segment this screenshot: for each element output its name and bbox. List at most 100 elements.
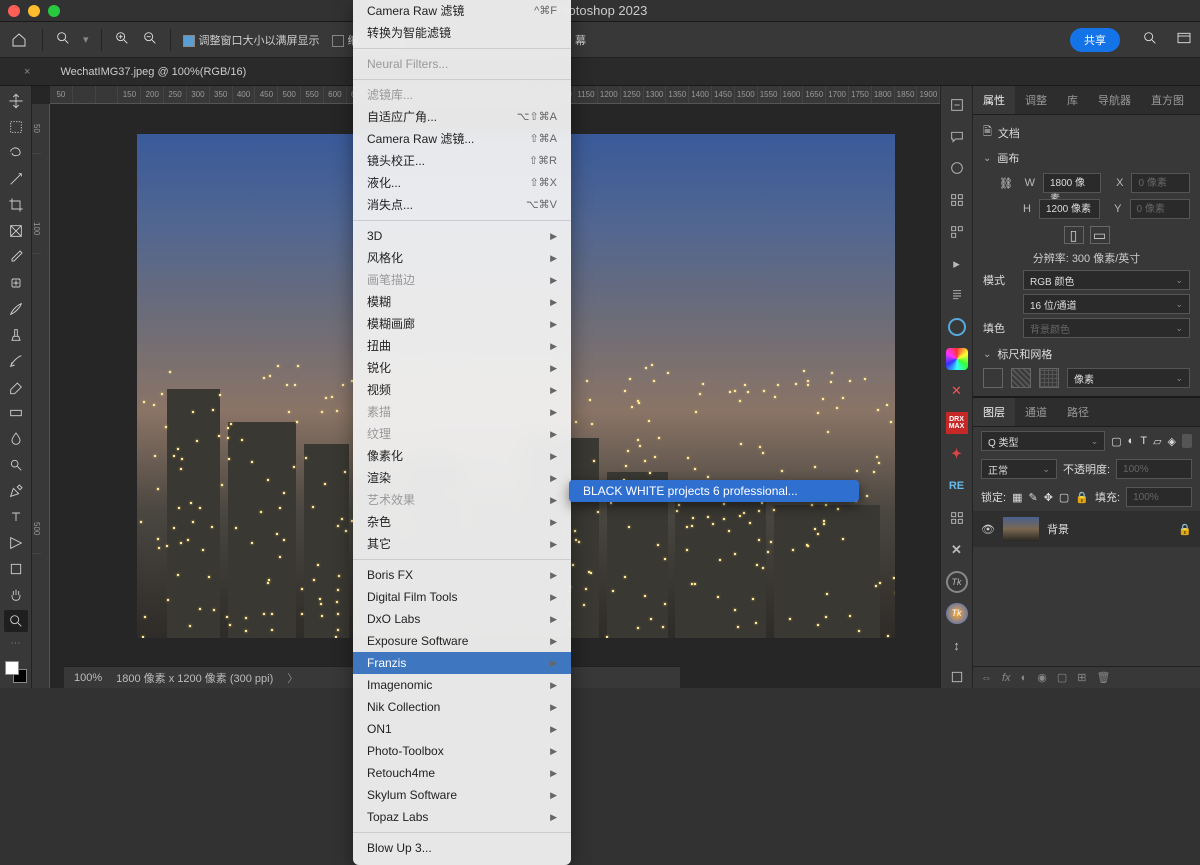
adjustment-icon[interactable]: ◉ bbox=[1037, 671, 1047, 684]
panel-tab[interactable]: 直方图 bbox=[1141, 86, 1194, 114]
gradient-tool[interactable] bbox=[4, 402, 28, 424]
fx-icon[interactable]: fx bbox=[1002, 672, 1011, 684]
x-panel-icon[interactable]: ✕ bbox=[946, 539, 968, 561]
document-tab[interactable]: WechatIMG37.jpeg @ 100%(RGB/16) bbox=[60, 66, 246, 78]
panel-tab[interactable]: 导航器 bbox=[1088, 86, 1141, 114]
menu-item[interactable]: 转换为智能滤镜 bbox=[353, 22, 571, 44]
menu-item[interactable]: Topaz Labs▶ bbox=[353, 806, 571, 828]
tab-close-icon[interactable]: × bbox=[24, 66, 30, 78]
ruler-section[interactable]: 标尺和网格 bbox=[983, 346, 1190, 362]
lock-trans-icon[interactable]: ▦ bbox=[1012, 491, 1022, 504]
lasso-tool[interactable] bbox=[4, 142, 28, 164]
actions-icon[interactable]: ▸ bbox=[946, 253, 968, 275]
menu-item[interactable]: Imagenomic▶ bbox=[353, 674, 571, 696]
blend-mode-select[interactable]: 正常 bbox=[981, 459, 1057, 479]
move-tool[interactable] bbox=[4, 90, 28, 112]
history-brush-tool[interactable] bbox=[4, 350, 28, 372]
color-swatch[interactable] bbox=[5, 661, 27, 683]
zoom-tool-icon[interactable] bbox=[55, 30, 71, 49]
link-icon[interactable]: ⛓ bbox=[999, 177, 1013, 190]
menu-item[interactable]: Boris FX▶ bbox=[353, 564, 571, 586]
wand-tool[interactable] bbox=[4, 168, 28, 190]
menu-item[interactable]: 其它▶ bbox=[353, 533, 571, 555]
menu-item[interactable]: 模糊画廊▶ bbox=[353, 313, 571, 335]
zoom-out-icon[interactable] bbox=[142, 30, 158, 49]
filter-type-icon[interactable]: T bbox=[1140, 435, 1147, 447]
panel-tab[interactable]: 通道 bbox=[1015, 398, 1057, 426]
tk2-icon[interactable]: Tk bbox=[946, 603, 968, 625]
menu-item[interactable]: 模糊▶ bbox=[353, 291, 571, 313]
tk-icon[interactable]: Tk bbox=[946, 571, 968, 593]
menu-item[interactable]: 镜头校正...⇧⌘R bbox=[353, 150, 571, 172]
shape-tool[interactable] bbox=[4, 558, 28, 580]
crop-tool[interactable] bbox=[4, 194, 28, 216]
blur-tool[interactable] bbox=[4, 428, 28, 450]
hand-tool[interactable] bbox=[4, 584, 28, 606]
eyedropper-tool[interactable] bbox=[4, 246, 28, 268]
frame-tool[interactable] bbox=[4, 220, 28, 242]
info-icon[interactable] bbox=[946, 285, 968, 307]
menu-item[interactable]: 自适应广角...⌥⇧⌘A bbox=[353, 106, 571, 128]
filter-img-icon[interactable]: ▢ bbox=[1111, 435, 1121, 448]
menu-item[interactable]: 3D▶ bbox=[353, 225, 571, 247]
type-tool[interactable] bbox=[4, 506, 28, 528]
zoom-tool[interactable] bbox=[4, 610, 28, 632]
link-layers-icon[interactable]: ⇔ bbox=[981, 672, 992, 684]
fit-screen-checkbox[interactable]: 调整窗口大小以满屏显示 bbox=[183, 32, 320, 48]
layer-row[interactable]: 👁 背景 🔒 bbox=[973, 511, 1200, 547]
filter-toggle[interactable] bbox=[1182, 434, 1192, 448]
menu-item[interactable]: 杂色▶ bbox=[353, 511, 571, 533]
mask-icon[interactable]: ◐ bbox=[1021, 672, 1028, 684]
window-close[interactable] bbox=[8, 5, 20, 17]
ruler-icon1[interactable] bbox=[983, 368, 1003, 388]
grid-icon[interactable] bbox=[946, 507, 968, 529]
zoom-in-icon[interactable] bbox=[114, 30, 130, 49]
eraser-tool[interactable] bbox=[4, 376, 28, 398]
menu-item[interactable]: Retouch4me▶ bbox=[353, 762, 571, 784]
lock-nest-icon[interactable]: ▢ bbox=[1059, 491, 1069, 504]
lock-paint-icon[interactable]: ✎ bbox=[1028, 491, 1037, 504]
home-icon[interactable] bbox=[8, 29, 30, 51]
menu-item[interactable]: 风格化▶ bbox=[353, 247, 571, 269]
heal-tool[interactable] bbox=[4, 272, 28, 294]
panel-tab[interactable]: 图层 bbox=[973, 398, 1015, 426]
workspace-icon[interactable] bbox=[1176, 30, 1192, 49]
panel-tab[interactable]: 属性 bbox=[973, 86, 1015, 114]
drx-icon[interactable]: DRXMAX bbox=[946, 412, 968, 434]
panel-tab[interactable]: 调整 bbox=[1015, 86, 1057, 114]
dodge-tool[interactable] bbox=[4, 454, 28, 476]
menu-item[interactable]: Nik Collection▶ bbox=[353, 696, 571, 718]
window-max[interactable] bbox=[48, 5, 60, 17]
menu-item[interactable]: Photo-Toolbox▶ bbox=[353, 740, 571, 762]
canvas-section[interactable]: 画布 bbox=[983, 150, 1190, 166]
brushes-icon[interactable] bbox=[946, 221, 968, 243]
menu-item[interactable]: DxO Labs▶ bbox=[353, 608, 571, 630]
path-tool[interactable] bbox=[4, 532, 28, 554]
window-min[interactable] bbox=[28, 5, 40, 17]
layer-name[interactable]: 背景 bbox=[1047, 521, 1069, 537]
layer-thumb[interactable] bbox=[1003, 517, 1039, 541]
menu-item[interactable]: 扭曲▶ bbox=[353, 335, 571, 357]
menu-item[interactable]: 锐化▶ bbox=[353, 357, 571, 379]
stamp-tool[interactable] bbox=[4, 324, 28, 346]
menu-item[interactable]: Exposure Software▶ bbox=[353, 630, 571, 652]
franzis-submenu-item[interactable]: BLACK WHITE projects 6 professional... bbox=[569, 480, 859, 502]
history-icon[interactable] bbox=[946, 94, 968, 116]
color-wheel-icon[interactable] bbox=[946, 348, 968, 370]
menu-item[interactable]: Skylum Software▶ bbox=[353, 784, 571, 806]
filter-smart-icon[interactable]: ◈ bbox=[1168, 435, 1176, 448]
ruler-icon2[interactable] bbox=[1011, 368, 1031, 388]
close-panel-icon[interactable]: ✕ bbox=[946, 380, 968, 402]
ruler-icon3[interactable] bbox=[1039, 368, 1059, 388]
visibility-icon[interactable]: 👁 bbox=[981, 523, 995, 536]
menu-item[interactable]: Digital Film Tools▶ bbox=[353, 586, 571, 608]
menu-item[interactable]: Camera Raw 滤镜...⇧⌘A bbox=[353, 128, 571, 150]
layer-filter-select[interactable]: Q 类型 bbox=[981, 431, 1105, 451]
panel-tab[interactable]: 路径 bbox=[1057, 398, 1099, 426]
color-mode-select[interactable]: RGB 颜色 bbox=[1023, 270, 1190, 290]
delete-icon[interactable]: 🗑 bbox=[1096, 671, 1110, 684]
swatches-icon[interactable] bbox=[946, 189, 968, 211]
menu-item[interactable]: Blow Up 3... bbox=[353, 837, 571, 859]
panel-tab[interactable]: 库 bbox=[1057, 86, 1088, 114]
pen-tool[interactable] bbox=[4, 480, 28, 502]
